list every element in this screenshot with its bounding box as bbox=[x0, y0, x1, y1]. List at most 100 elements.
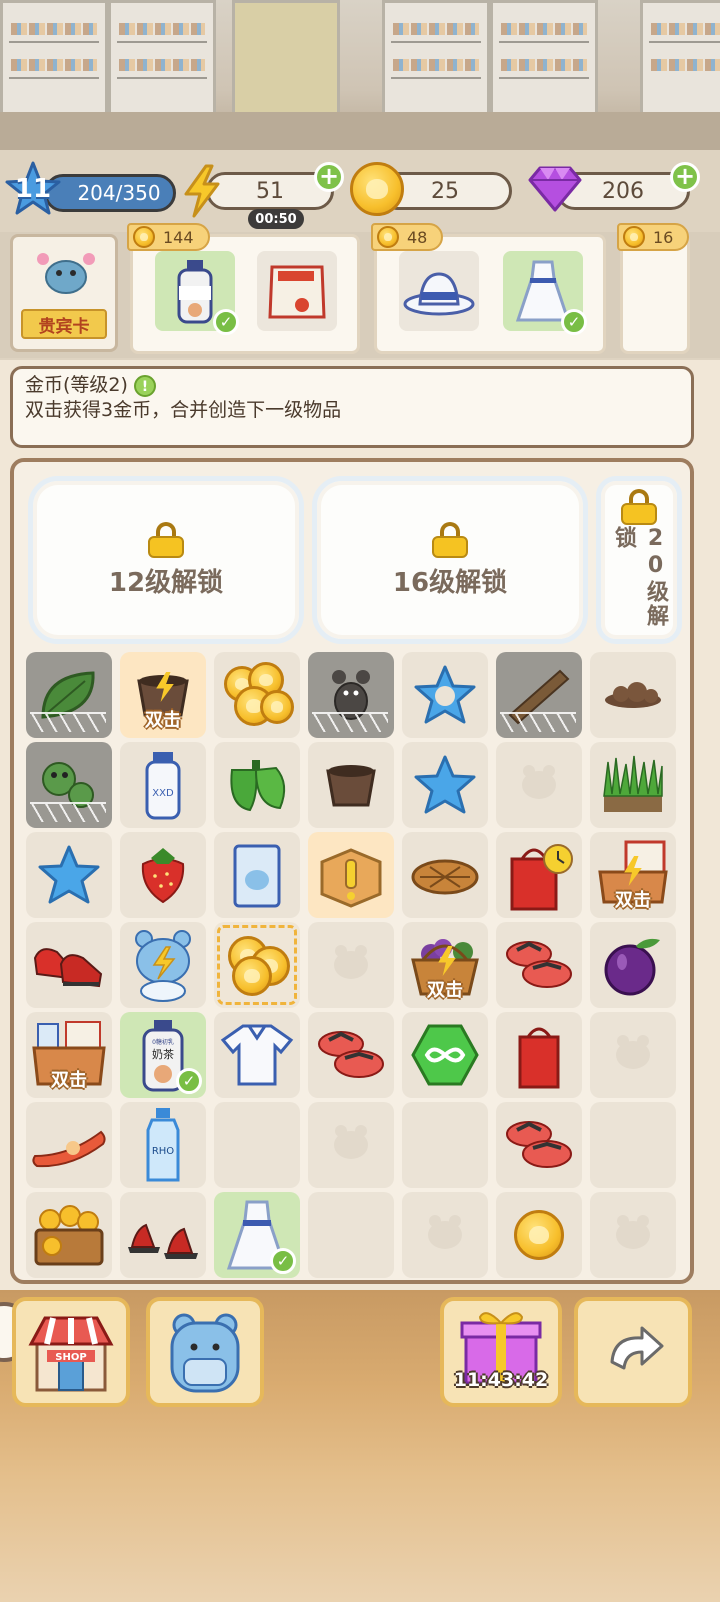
bear-placeholder-icon bbox=[428, 1215, 462, 1249]
locked-area-20[interactable]: 20级解锁 bbox=[596, 476, 682, 644]
board-cell-water-bottle[interactable]: RHO bbox=[120, 1102, 206, 1188]
green-pepper-icon bbox=[230, 760, 286, 812]
item-info-description: 双击获得3金币，合并创造下一级物品 bbox=[25, 399, 342, 421]
order-reward: 48 bbox=[371, 223, 444, 251]
order-reward-value: 16 bbox=[653, 227, 674, 247]
board-cell-snack-crate[interactable]: 双击 bbox=[590, 832, 676, 918]
red-bag-icon bbox=[518, 1027, 560, 1089]
board-cell-white-dress[interactable]: ✓ bbox=[214, 1192, 300, 1278]
item-info-title: 金币(等级2) bbox=[25, 374, 128, 396]
locked-area-16[interactable]: 16级解锁 bbox=[312, 476, 588, 644]
coin-icon bbox=[514, 1210, 564, 1260]
board-cell-plum[interactable] bbox=[590, 922, 676, 1008]
order-card[interactable]: 144 ✓ bbox=[127, 223, 360, 354]
board-cell-sausage[interactable] bbox=[26, 1102, 112, 1188]
check-icon: ✓ bbox=[176, 1068, 202, 1094]
board-cell-empty[interactable] bbox=[590, 1012, 676, 1098]
board-cell-empty[interactable] bbox=[308, 1102, 394, 1188]
shop-label: SHOP bbox=[55, 1352, 86, 1363]
board-cell-shopping-bag[interactable] bbox=[496, 832, 582, 918]
board-cell-blue-star[interactable] bbox=[402, 742, 488, 828]
board-cell-wood-crate[interactable] bbox=[308, 832, 394, 918]
board-cell-strawberry[interactable] bbox=[120, 832, 206, 918]
board-cell-milk-carton[interactable] bbox=[214, 832, 300, 918]
shop-button[interactable]: SHOP bbox=[12, 1297, 130, 1407]
backpack-icon bbox=[170, 1313, 240, 1393]
board-cell-yogurt[interactable]: XXD bbox=[120, 742, 206, 828]
water-label: RHO bbox=[152, 1146, 174, 1157]
board-cell-grocery-box[interactable]: 双击 bbox=[26, 1012, 112, 1098]
board-cell-red-bag[interactable] bbox=[496, 1012, 582, 1098]
merge-board: 12级解锁 16级解锁 20级解锁 双击 XXD 双击 双击 双击 0糖初乳 奶… bbox=[10, 458, 694, 1284]
order-item-hat bbox=[399, 251, 479, 331]
add-energy-button[interactable]: + bbox=[314, 162, 344, 192]
level-badge[interactable]: 11 bbox=[4, 160, 62, 218]
board-cell-plank[interactable] bbox=[496, 652, 582, 738]
board-cell-gold-coin[interactable] bbox=[496, 1192, 582, 1278]
board-cell-polo-shirt[interactable] bbox=[214, 1012, 300, 1098]
gift-box-button[interactable]: ? 11:43:42 bbox=[440, 1297, 562, 1407]
board-cell-coin-stack[interactable] bbox=[214, 652, 300, 738]
board-cell-pepper[interactable] bbox=[214, 742, 300, 828]
red-sneakers-icon bbox=[33, 948, 103, 988]
order-card[interactable]: 16 bbox=[617, 223, 690, 354]
infinity-gem-icon bbox=[411, 1024, 479, 1086]
board-cell-red-sandals[interactable] bbox=[120, 1192, 206, 1278]
store-shelf bbox=[0, 0, 108, 115]
gem-icon bbox=[528, 166, 582, 212]
board-cell-bear-energy[interactable] bbox=[120, 922, 206, 1008]
backpack-button[interactable] bbox=[146, 1297, 264, 1407]
order-card[interactable]: 48 ✓ bbox=[371, 223, 606, 354]
board-cell-coins-selected[interactable] bbox=[214, 922, 300, 1008]
board-cell-blue-star[interactable] bbox=[26, 832, 112, 918]
board-cell-cauldron-small[interactable] bbox=[308, 742, 394, 828]
board-cell-empty[interactable] bbox=[214, 1102, 300, 1188]
locked-area-12[interactable]: 12级解锁 bbox=[28, 476, 304, 644]
bear-mascot-icon bbox=[135, 930, 191, 1002]
board-cell-grass[interactable] bbox=[590, 742, 676, 828]
polo-shirt-icon bbox=[220, 1024, 294, 1086]
wood-crate-icon bbox=[320, 848, 382, 908]
board-cell-cauldron[interactable]: 双击 bbox=[120, 652, 206, 738]
board-cell-empty[interactable] bbox=[590, 1102, 676, 1188]
board-cell-coin-chest[interactable] bbox=[26, 1192, 112, 1278]
double-tap-label: 双击 bbox=[615, 890, 651, 911]
spider-web-icon bbox=[30, 712, 106, 732]
board-cell-empty[interactable] bbox=[308, 922, 394, 1008]
milk-carton-icon bbox=[233, 844, 281, 908]
board-cell-caterpillar[interactable] bbox=[26, 742, 112, 828]
store-shelf bbox=[640, 0, 720, 115]
board-cell-sneakers[interactable] bbox=[26, 922, 112, 1008]
vip-card[interactable]: 贵宾卡 bbox=[10, 234, 118, 352]
board-cell-sandals[interactable] bbox=[308, 1012, 394, 1098]
board-cell-empty[interactable] bbox=[590, 1192, 676, 1278]
strawberry-icon bbox=[141, 848, 185, 904]
lock-icon bbox=[148, 521, 184, 558]
check-icon: ✓ bbox=[213, 309, 239, 335]
undo-button[interactable] bbox=[574, 1297, 692, 1407]
board-cell-leaf[interactable] bbox=[26, 652, 112, 738]
spider-web-icon bbox=[500, 712, 576, 732]
grass-patch-icon bbox=[603, 755, 663, 812]
board-cell-empty[interactable] bbox=[496, 742, 582, 828]
add-gems-button[interactable]: + bbox=[670, 162, 700, 192]
striped-sandals-icon bbox=[506, 941, 572, 988]
water-bottle-icon: RHO bbox=[146, 1108, 180, 1182]
board-cell-milk-tea[interactable]: 0糖初乳 奶茶 ✓ bbox=[120, 1012, 206, 1098]
board-cell-dirt[interactable] bbox=[590, 652, 676, 738]
lightning-icon bbox=[184, 164, 220, 218]
svg-text:?: ? bbox=[495, 1346, 508, 1371]
board-cell-sandals[interactable] bbox=[496, 1102, 582, 1188]
board-cell-empty[interactable] bbox=[402, 1102, 488, 1188]
board-cell-empty[interactable] bbox=[308, 1192, 394, 1278]
board-cell-fruit-basket[interactable]: 双击 bbox=[402, 922, 488, 1008]
board-cell-blue-star-outline[interactable] bbox=[402, 652, 488, 738]
board-cell-infinity-gem[interactable] bbox=[402, 1012, 488, 1098]
info-icon[interactable]: ! bbox=[133, 374, 156, 397]
coin-icon bbox=[232, 956, 272, 996]
board-cell-pie[interactable] bbox=[402, 832, 488, 918]
board-cell-sandals[interactable] bbox=[496, 922, 582, 1008]
board-cell-rat[interactable] bbox=[308, 652, 394, 738]
white-hat-icon bbox=[403, 272, 475, 316]
board-cell-empty[interactable] bbox=[402, 1192, 488, 1278]
